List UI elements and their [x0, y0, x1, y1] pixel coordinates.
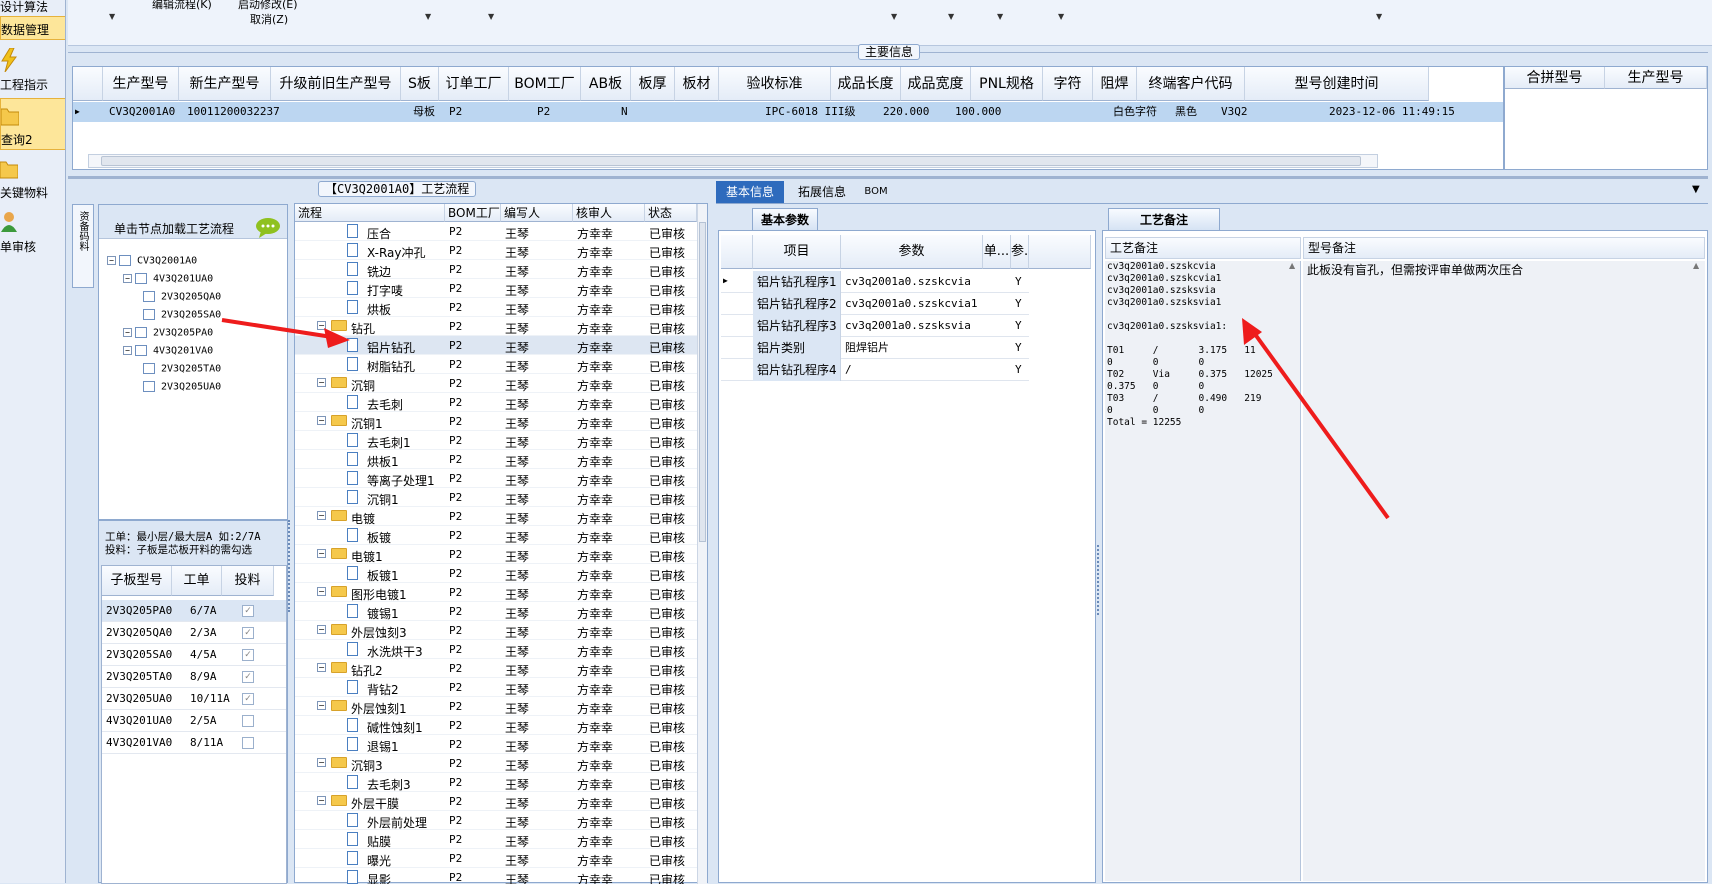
annotation-arrows — [221, 318, 1390, 520]
